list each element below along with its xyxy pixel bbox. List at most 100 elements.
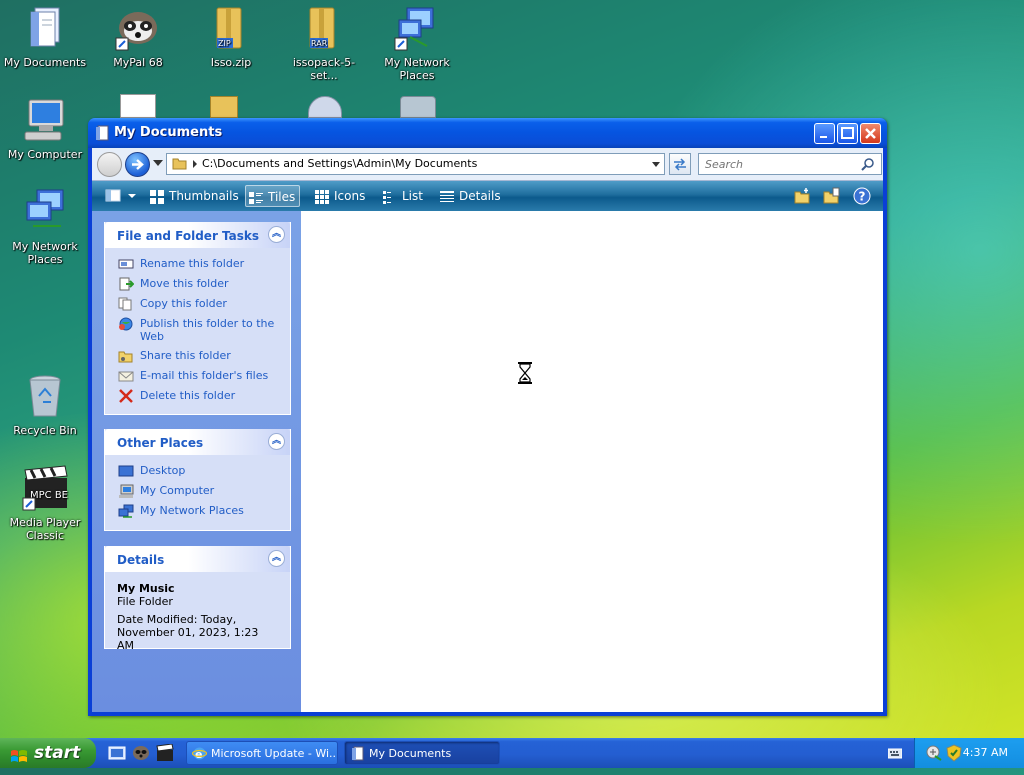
minimize-button[interactable]	[814, 123, 835, 144]
folder-content-area[interactable]	[301, 211, 883, 712]
start-button[interactable]: start	[0, 738, 96, 768]
computer-icon	[21, 96, 69, 144]
history-dropdown[interactable]	[153, 160, 163, 166]
network-tray-icon[interactable]	[925, 744, 943, 762]
task-copy-folder[interactable]: Copy this folder	[105, 294, 290, 314]
rename-icon	[118, 257, 134, 271]
window-titlebar[interactable]: My Documents	[88, 118, 887, 148]
delete-x-icon	[118, 389, 134, 403]
hourglass-cursor-icon	[517, 362, 533, 384]
raccoon-icon[interactable]	[132, 744, 150, 762]
close-button[interactable]	[860, 123, 881, 144]
details-view-button[interactable]: Details	[437, 185, 505, 207]
clapperboard-icon: MPC BE	[21, 464, 69, 512]
task-delete-folder[interactable]: Delete this folder	[105, 386, 290, 406]
network-icon	[21, 188, 69, 236]
place-desktop[interactable]: Desktop	[105, 461, 290, 481]
rar-folder-icon: RAR	[300, 4, 348, 52]
clapperboard-icon[interactable]	[156, 743, 174, 762]
desktop-icon-my-computer[interactable]: My Computer	[3, 96, 87, 161]
desktop-icon-text-file-partial[interactable]	[120, 94, 156, 118]
keyboard-icon[interactable]	[887, 747, 903, 759]
system-tray: 4:37 AM	[914, 738, 1024, 768]
clock[interactable]: 4:37 AM	[963, 746, 1008, 759]
panel-header[interactable]: File and Folder Tasks ︽	[105, 222, 290, 248]
details-panel: Details ︽ My Music File Folder Date Modi…	[104, 546, 291, 652]
place-my-network-places[interactable]: My Network Places	[105, 501, 290, 521]
desktop-icon-isso-zip[interactable]: ZIP Isso.zip	[189, 4, 273, 69]
desktop-icon-recycle-bin[interactable]: Recycle Bin	[3, 372, 87, 437]
explorer-window: My Documents C:\Documents and Settings\A…	[88, 118, 887, 716]
folder-icon	[172, 156, 187, 170]
icons-view-button[interactable]: Icons	[312, 185, 369, 207]
move-icon	[118, 277, 135, 291]
collapse-icon[interactable]: ︽	[268, 433, 285, 450]
task-email-files[interactable]: E-mail this folder's files	[105, 366, 290, 386]
desktop-icon-trash-partial[interactable]	[400, 96, 436, 118]
svg-text:?: ?	[859, 190, 866, 204]
desktop-icon-cd-partial[interactable]	[308, 96, 342, 118]
panel-header[interactable]: Details ︽	[105, 546, 290, 572]
task-publish-folder[interactable]: Publish this folder to the Web	[105, 314, 290, 346]
folder-options-icon[interactable]	[823, 187, 841, 205]
collapse-icon[interactable]: ︽	[268, 226, 285, 243]
thumbnails-icon	[150, 189, 164, 204]
back-button[interactable]	[97, 152, 122, 177]
desktop-icon-my-documents[interactable]: My Documents	[3, 4, 87, 69]
chevron-right-icon	[193, 160, 197, 168]
list-view-button[interactable]: List	[380, 185, 427, 207]
taskbar-item-microsoft-update[interactable]: e Microsoft Update - Wi...	[186, 741, 338, 765]
desktop-icon-network-places-top[interactable]: My Network Places	[375, 4, 459, 82]
recycle-bin-icon	[21, 372, 69, 420]
share-folder-icon	[118, 349, 134, 363]
raccoon-icon	[114, 4, 162, 52]
desktop-icon-mypal[interactable]: MyPal 68	[96, 4, 180, 69]
list-icon	[383, 189, 397, 204]
documents-icon	[350, 746, 365, 761]
forward-button[interactable]	[125, 152, 150, 177]
desktop-icon-my-network-places[interactable]: My Network Places	[3, 188, 87, 266]
icons-view-icon	[315, 189, 329, 204]
task-rename-folder[interactable]: Rename this folder	[105, 254, 290, 274]
other-places-panel: Other Places ︽ Desktop My Computer My Ne…	[104, 429, 291, 531]
collapse-icon[interactable]: ︽	[268, 550, 285, 567]
svg-text:ZIP: ZIP	[218, 39, 231, 48]
tiles-view-button[interactable]: Tiles	[245, 185, 301, 207]
details-item-type: File Folder	[117, 595, 173, 608]
task-move-folder[interactable]: Move this folder	[105, 274, 290, 294]
chevron-down-icon[interactable]	[652, 162, 660, 167]
help-icon[interactable]: ?	[853, 187, 871, 205]
desktop-icon-media-player-classic[interactable]: MPC BE Media Player Classic	[3, 464, 87, 542]
documents-icon	[21, 4, 69, 52]
computer-icon	[118, 484, 134, 498]
desktop-icon	[118, 464, 134, 478]
details-icon	[440, 189, 454, 203]
copy-icon	[118, 297, 134, 311]
place-my-computer[interactable]: My Computer	[105, 481, 290, 501]
internet-explorer-icon: e	[191, 746, 208, 761]
security-tray-icon[interactable]	[945, 744, 963, 762]
go-refresh-button[interactable]	[669, 153, 691, 175]
documents-icon	[95, 125, 109, 141]
taskbar-item-my-documents[interactable]: My Documents	[344, 741, 500, 765]
new-folder-icon[interactable]	[794, 187, 812, 205]
search-icon[interactable]	[861, 157, 875, 171]
task-share-folder[interactable]: Share this folder	[105, 346, 290, 366]
panes-button[interactable]	[100, 185, 140, 207]
svg-text:MPC BE: MPC BE	[30, 490, 68, 501]
view-toolbar: Thumbnails Tiles Icons List Details ?	[92, 181, 883, 211]
search-input[interactable]	[703, 155, 853, 173]
file-folder-tasks-panel: File and Folder Tasks ︽ Rename this fold…	[104, 222, 291, 415]
address-field[interactable]: C:\Documents and Settings\Admin\My Docum…	[166, 153, 665, 175]
show-desktop-icon[interactable]	[108, 744, 126, 762]
window-title: My Documents	[114, 125, 223, 140]
desktop-icon-folder-partial[interactable]	[210, 96, 238, 118]
tasks-pane: File and Folder Tasks ︽ Rename this fold…	[92, 211, 301, 712]
windows-logo-icon	[10, 745, 28, 762]
thumbnails-view-button[interactable]: Thumbnails	[147, 185, 243, 207]
maximize-button[interactable]	[837, 123, 858, 144]
network-icon	[393, 4, 441, 52]
search-field[interactable]	[698, 153, 882, 175]
panel-header[interactable]: Other Places ︽	[105, 429, 290, 455]
desktop-icon-issopack[interactable]: RAR issopack-5-set...	[282, 4, 366, 82]
